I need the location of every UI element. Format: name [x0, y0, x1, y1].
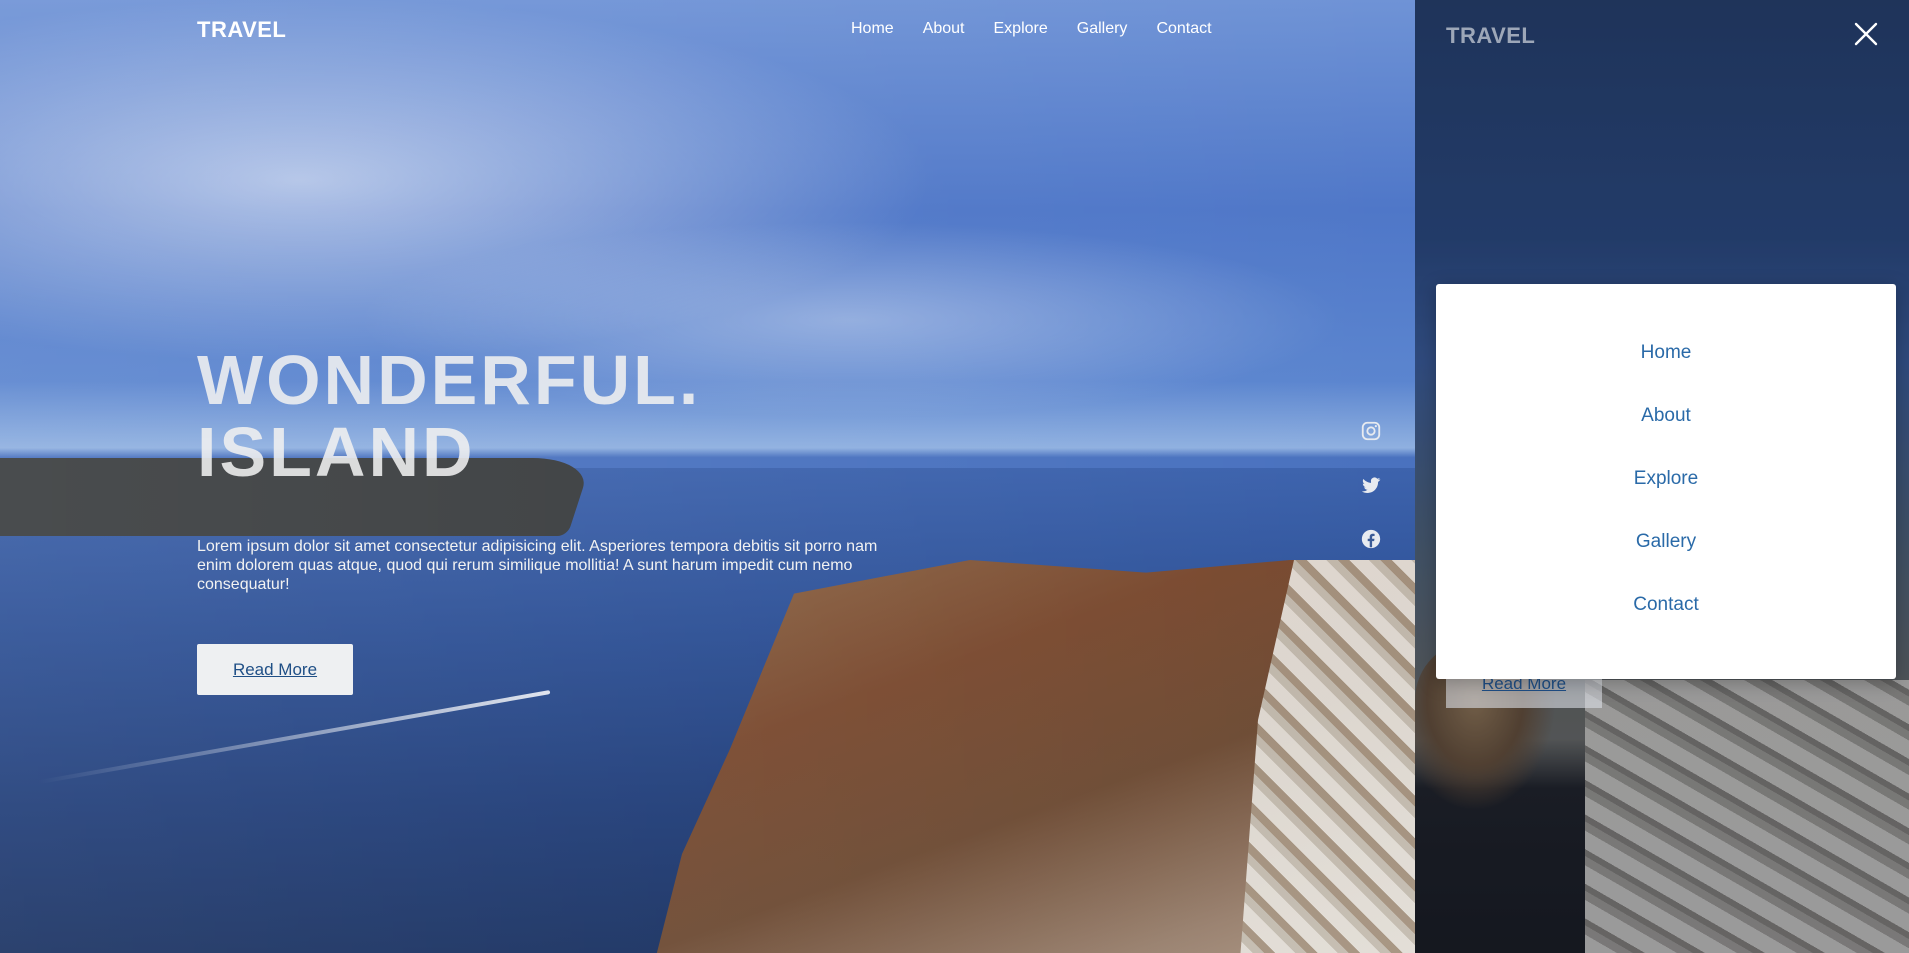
- close-icon: [1854, 22, 1878, 46]
- menu-item-contact[interactable]: Contact: [1633, 594, 1698, 657]
- nav-contact[interactable]: Contact: [1156, 20, 1211, 38]
- instagram-icon[interactable]: [1360, 420, 1382, 442]
- hero-description: Lorem ipsum dolor sit amet consectetur a…: [197, 538, 878, 593]
- facebook-icon[interactable]: [1360, 528, 1382, 550]
- twitter-icon[interactable]: [1360, 474, 1382, 496]
- read-more-button[interactable]: Read More: [197, 644, 353, 695]
- nav-explore[interactable]: Explore: [994, 20, 1048, 38]
- headline-line-2: ISLAND: [197, 413, 476, 491]
- nav-about[interactable]: About: [923, 20, 965, 38]
- menu-item-home[interactable]: Home: [1641, 342, 1692, 405]
- nav-gallery[interactable]: Gallery: [1077, 20, 1128, 38]
- menu-item-about[interactable]: About: [1641, 405, 1691, 468]
- panel-menu: Home About Explore Gallery Contact: [1436, 284, 1896, 679]
- menu-item-gallery[interactable]: Gallery: [1636, 531, 1696, 594]
- main-nav: Home About Explore Gallery Contact: [851, 20, 1212, 38]
- headline-line-1: WONDERFUL.: [197, 341, 702, 419]
- panel-logo[interactable]: TRAVEL: [1446, 23, 1535, 49]
- hero-headline: WONDERFUL. ISLAND: [197, 344, 701, 488]
- mobile-panel: TRAVEL Read More Home About Explore Gall…: [1415, 0, 1909, 953]
- hero-section: TRAVEL Home About Explore Gallery Contac…: [0, 0, 1415, 953]
- close-button[interactable]: [1852, 20, 1880, 48]
- nav-home[interactable]: Home: [851, 20, 894, 38]
- site-logo[interactable]: TRAVEL: [197, 17, 286, 43]
- social-links: [1360, 420, 1382, 550]
- menu-item-explore[interactable]: Explore: [1634, 468, 1698, 531]
